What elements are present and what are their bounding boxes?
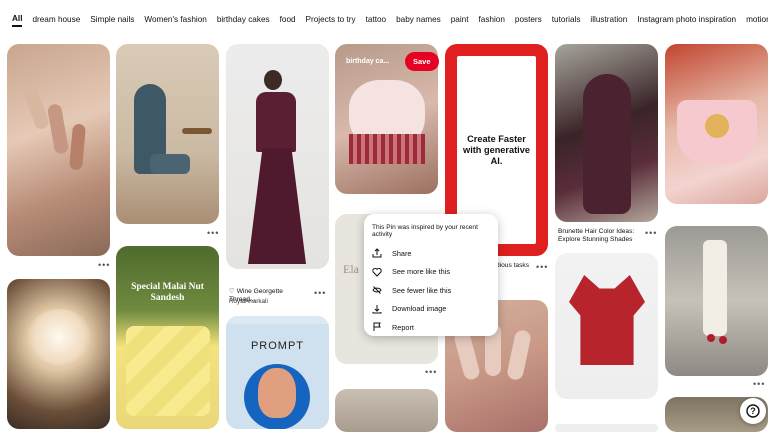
share-icon <box>372 248 382 258</box>
nail-shape <box>505 328 533 382</box>
more-options-icon[interactable]: ••• <box>753 379 765 389</box>
sweets-tray <box>126 326 210 416</box>
menu-item-label: Report <box>392 322 414 332</box>
menu-item-report[interactable]: Report <box>364 318 498 337</box>
cake-side <box>349 134 425 164</box>
pin-dress-source[interactable]: RoyalAnarkali <box>229 298 268 305</box>
cherry-shape <box>719 336 727 344</box>
ad-text: Create Faster with generative AI. <box>463 133 530 166</box>
menu-item-label: See more like this <box>392 267 450 277</box>
category-all[interactable]: All <box>12 12 23 27</box>
menu-item-share[interactable]: Share <box>364 244 498 263</box>
pin-chair-image[interactable] <box>116 44 219 224</box>
pin-prompt-image[interactable]: PROMPT <box>226 316 329 429</box>
more-options-icon[interactable]: ••• <box>314 288 326 298</box>
category-instagram-photo-inspiration[interactable]: Instagram photo inspiration <box>637 13 736 26</box>
flag-icon <box>373 322 381 332</box>
pin-malai-image[interactable]: Special Malai Nut Sandesh <box>116 246 219 429</box>
sun-motif <box>705 114 729 138</box>
more-options-icon[interactable]: ••• <box>645 228 657 238</box>
heart-icon <box>372 267 382 277</box>
side-table <box>182 128 212 134</box>
category-baby-names[interactable]: baby names <box>396 13 441 26</box>
hair-shape <box>583 74 631 214</box>
lamp-shade <box>27 309 91 365</box>
menu-item-see-more[interactable]: See more like this <box>364 263 498 282</box>
menu-header: This Pin was inspired by your recent act… <box>372 224 478 238</box>
save-button[interactable]: Save <box>405 52 439 71</box>
pin-hair-title: Brunette Hair Color Ideas: Explore Stunn… <box>558 228 635 243</box>
category-projects-to-try[interactable]: Projects to try <box>306 13 356 26</box>
pin-hair-image[interactable] <box>555 44 658 222</box>
avatar-face <box>258 368 296 418</box>
pin-cup-image[interactable] <box>665 44 768 204</box>
category-tutorials[interactable]: tutorials <box>552 13 581 26</box>
nail-shape <box>69 123 86 171</box>
pin-lamp-image[interactable] <box>7 279 110 429</box>
category-motion-graphics[interactable]: motion graphics <box>746 13 768 26</box>
category-paint[interactable]: paint <box>451 13 469 26</box>
nail-shape <box>452 328 482 382</box>
chair-seat <box>150 154 190 174</box>
pin-context-menu: This Pin was inspired by your recent act… <box>364 214 498 336</box>
category-dream-house[interactable]: dream house <box>32 13 80 26</box>
more-options-icon[interactable]: ••• <box>98 260 110 270</box>
menu-item-label: Download image <box>392 304 447 314</box>
help-icon: ? <box>746 404 760 418</box>
menu-item-label: Share <box>392 248 412 258</box>
prompt-top-bar <box>226 316 329 324</box>
nail-shape <box>46 103 70 155</box>
pin-blouse-image[interactable] <box>555 253 658 399</box>
more-options-icon[interactable]: ••• <box>536 262 548 272</box>
category-food[interactable]: food <box>280 13 296 26</box>
help-button[interactable]: ? <box>740 398 766 424</box>
blouse-shape <box>569 275 645 365</box>
category-womens-fashion[interactable]: Women's fashion <box>144 13 206 26</box>
prompt-title: PROMPT <box>250 340 305 352</box>
scarf-shape <box>703 240 727 336</box>
help-glyph: ? <box>750 406 756 416</box>
category-illustration[interactable]: illustration <box>590 13 627 26</box>
menu-item-download[interactable]: Download image <box>364 300 498 319</box>
pin-partial-title: dious tasks <box>496 262 529 269</box>
category-tattoo[interactable]: tattoo <box>366 13 387 26</box>
category-simple-nails[interactable]: Simple nails <box>90 13 134 26</box>
more-options-icon[interactable]: ••• <box>207 228 219 238</box>
pin-bottom2-image[interactable] <box>555 424 658 432</box>
model-head <box>264 70 282 90</box>
pin-nails-image[interactable] <box>7 44 110 256</box>
category-fashion[interactable]: fashion <box>478 13 504 26</box>
dress-top <box>256 92 296 152</box>
dress-skirt <box>248 148 306 264</box>
pin-scarf-image[interactable] <box>665 226 768 376</box>
nail-shape <box>21 82 51 132</box>
pin-dress-image[interactable] <box>226 44 329 269</box>
download-icon <box>372 304 382 314</box>
eye-slash-icon <box>372 286 382 295</box>
malai-title: Special Malai Nut Sandesh <box>131 282 204 303</box>
category-birthday-cakes[interactable]: birthday cakes <box>217 13 270 26</box>
category-posters[interactable]: posters <box>515 13 542 26</box>
menu-item-see-fewer[interactable]: See fewer like this <box>364 281 498 300</box>
category-bar: All dream house Simple nails Women's fas… <box>0 0 768 38</box>
more-options-icon[interactable]: ••• <box>425 367 437 377</box>
cherry-shape <box>707 334 715 342</box>
menu-item-label: See fewer like this <box>392 285 452 295</box>
elan-text: Ela <box>343 262 359 276</box>
pin-cake-title: birthday ca... <box>346 58 390 65</box>
pin-bottom-image[interactable] <box>335 389 438 432</box>
